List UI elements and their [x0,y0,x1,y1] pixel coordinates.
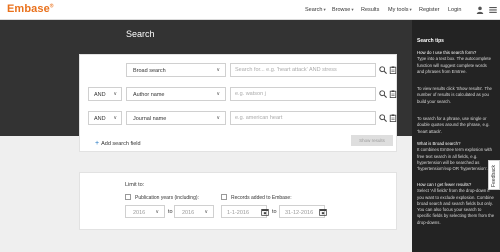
search-row-2: AND ∨ Author name ∨ [80,87,398,101]
operator-value: AND [94,116,106,122]
chevron-down-icon: ▾ [323,7,326,12]
clipboard-icon[interactable] [389,66,397,74]
add-search-field-link[interactable]: + Add search field [95,140,141,147]
chevron-down-icon: ∨ [155,209,159,215]
chevron-down-icon: ▾ [351,7,354,12]
search-icon[interactable] [379,114,387,122]
chevron-down-icon: ∨ [216,115,220,121]
date-to-value: 31-12-2016 [285,209,314,216]
publication-years-label: Publication years (including): [135,194,199,201]
nav-login[interactable]: Login [448,7,461,13]
page-title: Search [126,29,155,39]
operator-select-row-3[interactable]: AND ∨ [88,111,122,125]
search-icon[interactable] [379,90,387,98]
chevron-down-icon: ∨ [113,91,117,97]
year-from-value: 2016 [133,209,146,216]
author-name-input[interactable] [230,87,376,101]
year-to-value: 2016 [182,209,195,216]
journal-name-input[interactable] [230,111,376,125]
chevron-down-icon: ∨ [113,115,117,121]
limit-title: Limit to: [125,182,145,188]
tip-answer: Type into a text box. The autocomplete f… [417,56,491,74]
records-added-checkbox[interactable] [221,194,227,200]
chevron-down-icon: ∨ [216,67,220,73]
feedback-label: Feedback [490,165,497,187]
tip-1: How do I use this search form? Type into… [417,50,495,75]
nav-register[interactable]: Register [419,7,439,13]
operator-select-row-2[interactable]: AND ∨ [88,87,122,101]
broad-search-input[interactable] [230,63,376,77]
add-search-field-label: Add search field [101,141,141,147]
nav-my-tools[interactable]: My tools▾ [388,7,412,13]
nav-browse-label: Browse [332,7,351,13]
nav-browse[interactable]: Browse▾ [332,7,354,13]
search-icon[interactable] [379,66,387,74]
nav-search-label: Search [305,7,323,13]
records-added-label: Records added to Embase: [231,194,292,201]
nav-register-label: Register [419,7,440,13]
tip-answer: To view results click 'Show results'. Th… [417,86,492,104]
nav-my-tools-label: My tools [388,7,409,13]
field-select-value: Author name [133,92,165,98]
search-row-3: AND ∨ Journal name ∨ [80,111,398,125]
tip-5: How can I get fewer results? Select 'All… [417,182,495,226]
user-icon[interactable] [476,6,484,14]
embase-logo[interactable]: Embase® [7,3,54,15]
field-select-broad-search[interactable]: Broad search ∨ [126,63,226,77]
chevron-down-icon: ▾ [409,7,412,12]
field-select-value: Broad search [133,68,166,74]
tip-answer: It combines Emtree term explosion with f… [417,147,492,172]
nav-search[interactable]: Search▾ [305,7,326,13]
logo-mark: ® [49,3,54,10]
nav-login-label: Login [448,7,462,13]
tip-answer: To search for a phrase, use single or do… [417,116,490,134]
plus-icon: + [95,140,100,147]
nav-results[interactable]: Results [361,7,379,13]
top-navigation-bar: Embase® Search▾ Browse▾ Results My tools… [0,0,500,20]
show-results-button[interactable]: Show results [351,135,393,146]
feedback-tab[interactable]: Feedback [488,160,500,190]
operator-value: AND [94,92,106,98]
calendar-icon[interactable] [319,208,327,216]
search-form: Broad search ∨ AND ∨ Author name ∨ [79,54,397,152]
tip-answer: Select 'All fields' from the drop-down i… [417,188,495,225]
clipboard-icon[interactable] [389,90,397,98]
chevron-down-icon: ∨ [204,209,208,215]
search-row-1: Broad search ∨ [80,63,398,77]
year-from-select[interactable]: 2016 ∨ [125,205,165,218]
logo-text: Embase [7,3,50,15]
publication-years-checkbox[interactable] [125,194,131,200]
limit-panel: Limit to: Publication years (including):… [79,172,397,230]
date-from-value: 1-1-2016 [227,209,250,216]
calendar-icon[interactable] [261,208,269,216]
field-select-author-name[interactable]: Author name ∨ [126,87,226,101]
tip-2: To view results click 'Show results'. Th… [417,86,495,105]
chevron-down-icon: ∨ [216,91,220,97]
field-select-journal-name[interactable]: Journal name ∨ [126,111,226,125]
clipboard-icon[interactable] [389,114,397,122]
to-label: to [168,209,173,215]
nav-results-label: Results [361,7,380,13]
field-select-value: Journal name [133,116,167,122]
to-label: to [272,209,277,215]
menu-icon[interactable] [489,7,497,13]
tip-3: To search for a phrase, use single or do… [417,116,495,135]
search-tips-sidebar: Search tips How do I use this search for… [412,20,500,252]
year-to-select[interactable]: 2016 ∨ [174,205,214,218]
tip-4: What is Broad search? It combines Emtree… [417,141,495,172]
search-tips-title: Search tips [417,38,444,44]
